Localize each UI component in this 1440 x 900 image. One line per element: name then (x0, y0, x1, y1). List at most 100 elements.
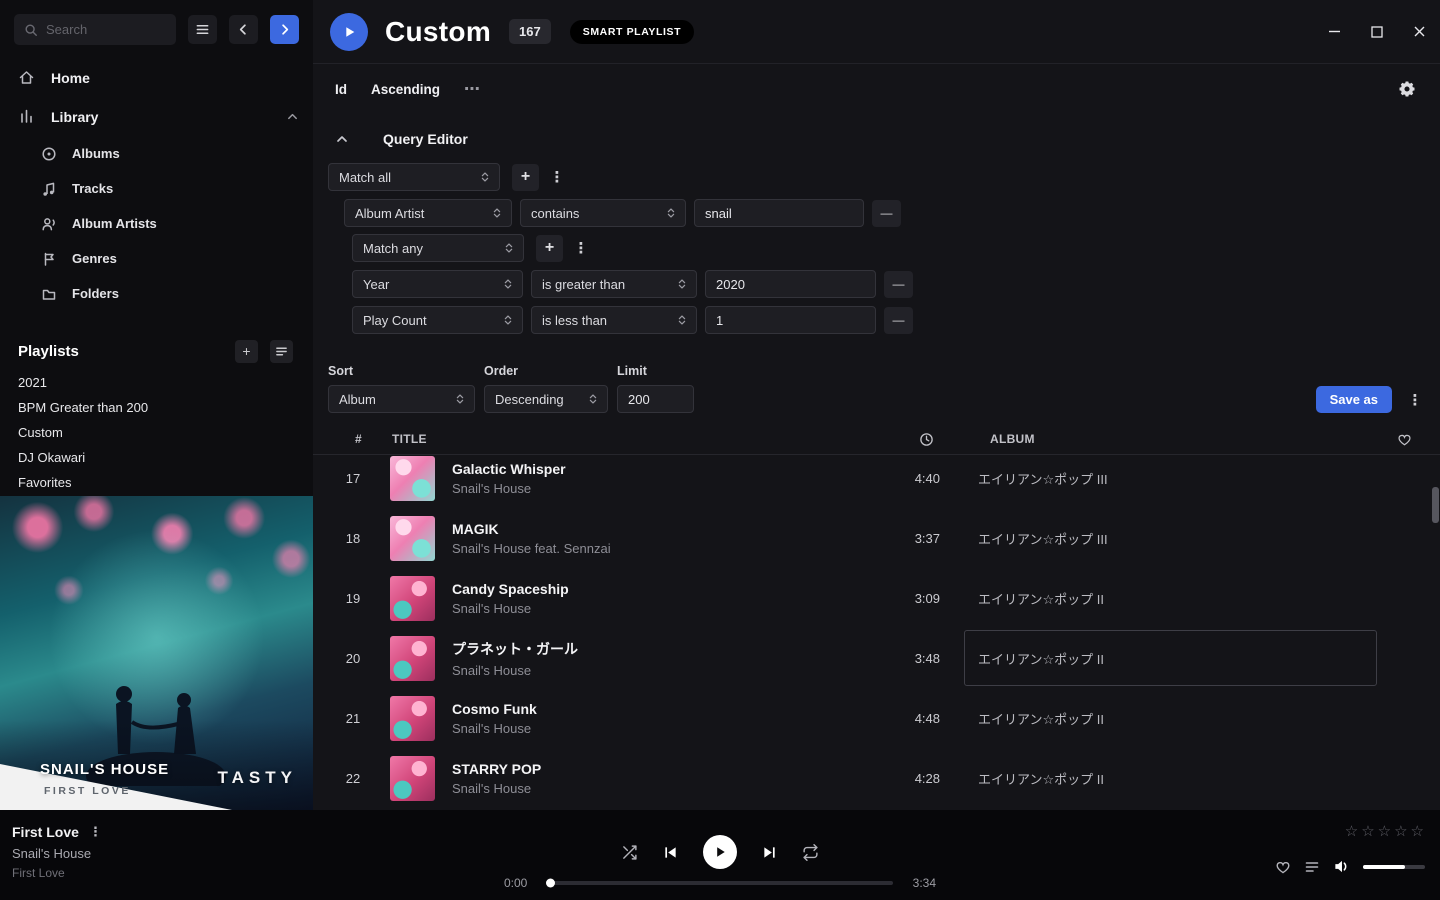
shuffle-button[interactable] (621, 844, 638, 861)
play-playlist-button[interactable] (330, 13, 368, 51)
repeat-button[interactable] (802, 844, 819, 861)
forward-button[interactable] (270, 15, 299, 44)
volume-icon[interactable] (1333, 858, 1350, 875)
search-input[interactable] (46, 22, 166, 37)
match-type-select[interactable]: Match all (328, 163, 500, 191)
next-button[interactable] (762, 845, 777, 860)
sort-field-label[interactable]: Id (335, 82, 347, 97)
rule-options-button[interactable]: ⋮ (547, 164, 567, 191)
order-select[interactable]: Descending (484, 385, 608, 413)
track-album[interactable]: エイリアン☆ポップ II (964, 630, 1377, 686)
rule-operator-select[interactable]: is less than (531, 306, 697, 334)
playlist-item[interactable]: BPM Greater than 200 (0, 395, 313, 420)
track-title: Galactic Whisper (452, 461, 862, 477)
more-options-icon[interactable]: ⋯ (464, 79, 481, 99)
sidebar-item-album-artists[interactable]: Album Artists (0, 206, 313, 241)
rule-field-select[interactable]: Year (352, 270, 523, 298)
add-rule-button[interactable]: + (512, 164, 539, 191)
sidebar-item-label: Library (51, 109, 98, 125)
seek-knob[interactable] (546, 879, 555, 888)
rating-star-icon[interactable]: ☆ (1345, 822, 1358, 840)
track-album[interactable]: エイリアン☆ポップ II (964, 750, 1377, 806)
play-pause-button[interactable] (703, 835, 737, 869)
rule-field-select[interactable]: Play Count (352, 306, 523, 334)
rule-operator-select[interactable]: is greater than (531, 270, 697, 298)
track-row[interactable]: 18 MAGIK Snail's House feat. Sennzai 3:3… (313, 508, 1440, 568)
column-title[interactable]: TITLE (392, 432, 427, 446)
chevron-up-icon[interactable] (286, 110, 299, 123)
query-editor-header: Query Editor (328, 124, 1425, 154)
menu-button[interactable] (188, 15, 217, 44)
playlist-item[interactable]: Custom (0, 420, 313, 445)
order-field-group: Order Descending (484, 364, 608, 413)
group-options-button[interactable]: ⋮ (571, 235, 591, 262)
rule-value-input[interactable] (694, 199, 864, 227)
sidebar-item-folders[interactable]: Folders (0, 276, 313, 311)
volume-slider[interactable] (1363, 865, 1425, 869)
add-group-rule-button[interactable]: + (536, 235, 563, 262)
track-row[interactable]: 21 Cosmo Funk Snail's House 4:48 エイリアン☆ポ… (313, 688, 1440, 748)
playlist-item[interactable]: DJ Okawari (0, 445, 313, 470)
back-button[interactable] (229, 15, 258, 44)
sidebar-item-library[interactable]: Library (0, 97, 313, 136)
artist-icon (41, 216, 57, 232)
limit-input[interactable] (617, 385, 694, 413)
track-album[interactable]: エイリアン☆ポップ III (964, 510, 1377, 566)
remove-rule-button[interactable]: — (884, 307, 913, 334)
collapse-query-editor-button[interactable] (328, 132, 356, 146)
track-row[interactable]: 17 Galactic Whisper Snail's House 4:40 エ… (313, 455, 1440, 508)
scrollbar-thumb[interactable] (1432, 487, 1439, 523)
query-rule-row: Year is greater than — (352, 270, 1425, 298)
now-playing-artwork[interactable]: SNAIL'S HOUSE FIRST LOVE TASTY (0, 496, 313, 810)
rating-star-icon[interactable]: ☆ (1361, 822, 1374, 840)
sidebar-item-genres[interactable]: Genres (0, 241, 313, 276)
rating-star-icon[interactable]: ☆ (1411, 822, 1424, 840)
match-all-row: Match all + ⋮ (328, 163, 1425, 191)
track-row[interactable]: 22 STARRY POP Snail's House 4:28 エイリアン☆ポ… (313, 748, 1440, 808)
sort-direction-label[interactable]: Ascending (371, 82, 440, 97)
column-album[interactable]: ALBUM (990, 432, 1035, 446)
save-as-button[interactable]: Save as (1316, 386, 1392, 413)
duration-clock-icon[interactable] (919, 432, 934, 447)
track-album[interactable]: エイリアン☆ポップ II (964, 690, 1377, 746)
favorite-button[interactable] (1275, 859, 1291, 875)
sidebar-item-albums[interactable]: Albums (0, 136, 313, 171)
add-playlist-button[interactable]: + (235, 340, 258, 363)
rule-operator-select[interactable]: contains (520, 199, 686, 227)
rating-star-icon[interactable]: ☆ (1394, 822, 1407, 840)
main-content: Custom 167 SMART PLAYLIST Id Ascending ⋯… (313, 0, 1440, 810)
sort-select[interactable]: Album (328, 385, 475, 413)
remove-rule-button[interactable]: — (872, 200, 901, 227)
playlist-options-button[interactable]: ⋮ (1405, 386, 1425, 413)
seek-bar[interactable] (547, 881, 893, 885)
rating-star-icon[interactable]: ☆ (1378, 822, 1391, 840)
close-button[interactable] (1413, 25, 1426, 38)
sidebar-item-tracks[interactable]: Tracks (0, 171, 313, 206)
favorite-heart-icon[interactable] (1397, 432, 1412, 447)
group-match-type-select[interactable]: Match any (352, 234, 524, 262)
queue-button[interactable] (1304, 859, 1320, 875)
track-row[interactable]: 19 Candy Spaceship Snail's House 3:09 エイ… (313, 568, 1440, 628)
progress-section: 0:00 3:34 (504, 876, 936, 890)
artwork-album-text: FIRST LOVE (44, 785, 131, 797)
track-duration: 3:09 (862, 591, 940, 606)
now-playing-options-button[interactable]: ⋮ (89, 824, 102, 840)
playlist-list-button[interactable] (270, 340, 293, 363)
rule-value-input[interactable] (705, 306, 876, 334)
track-album[interactable]: エイリアン☆ポップ II (964, 570, 1377, 626)
maximize-button[interactable] (1371, 26, 1383, 38)
track-row[interactable]: 20 プラネット・ガール Snail's House 3:48 エイリアン☆ポッ… (313, 628, 1440, 688)
playlist-item[interactable]: 2021 (0, 370, 313, 395)
track-duration: 4:48 (862, 711, 940, 726)
remove-rule-button[interactable]: — (884, 271, 913, 298)
minimize-button[interactable] (1328, 25, 1341, 38)
previous-button[interactable] (663, 845, 678, 860)
playlist-item[interactable]: Favorites (0, 470, 313, 495)
track-album[interactable]: エイリアン☆ポップ III (964, 455, 1377, 506)
rule-value-input[interactable] (705, 270, 876, 298)
column-number[interactable]: # (355, 432, 362, 446)
settings-gear-icon[interactable] (1398, 80, 1416, 98)
search-box[interactable] (14, 14, 176, 45)
rule-field-select[interactable]: Album Artist (344, 199, 512, 227)
sidebar-item-home[interactable]: Home (0, 58, 313, 97)
